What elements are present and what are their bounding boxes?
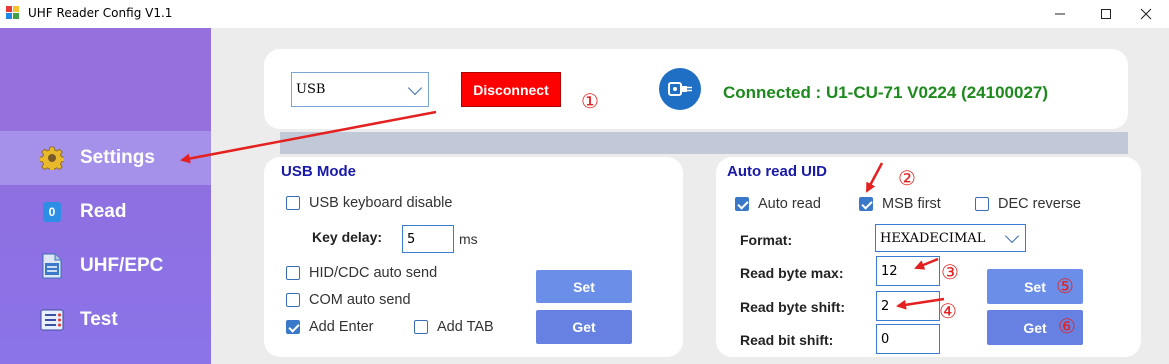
annotation-3: ③ [941, 260, 959, 284]
port-select-value: USB [296, 82, 326, 97]
dec-reverse-checkbox[interactable]: DEC reverse [975, 196, 1081, 212]
checkbox-label: HID/CDC auto send [309, 265, 438, 281]
auto-read-title: Auto read UID [727, 163, 828, 180]
sidebar-item-read[interactable]: 0 Read [0, 185, 211, 239]
checkbox-box [859, 197, 873, 211]
checkbox-box [286, 320, 300, 334]
format-label: Format: [740, 232, 793, 248]
divider-bar [280, 132, 1128, 154]
usb-mode-title: USB Mode [281, 163, 356, 180]
key-delay-unit: ms [459, 231, 478, 247]
close-icon [1140, 8, 1152, 20]
read-byte-max-input[interactable]: 12 [876, 256, 940, 286]
hid-cdc-auto-send-checkbox[interactable]: HID/CDC auto send [286, 265, 437, 281]
badge-zero-icon: 0 [40, 200, 64, 224]
usb-keyboard-disable-checkbox[interactable]: USB keyboard disable [286, 195, 452, 211]
auto-read-checkbox[interactable]: Auto read [735, 196, 821, 212]
read-byte-shift-input[interactable]: 2 [876, 291, 940, 321]
minimize-icon [1055, 13, 1065, 15]
title-bar: UHF Reader Config V1.1 [0, 0, 1169, 28]
read-bit-shift-label: Read bit shift: [740, 332, 834, 348]
add-enter-checkbox[interactable]: Add Enter [286, 319, 374, 335]
checkbox-label: Add Enter [309, 319, 374, 335]
annotation-2: ② [898, 166, 916, 190]
connection-status: Connected : U1-CU-71 V0224 (24100027) [723, 83, 1049, 102]
format-select-value: HEXADECIMAL [880, 230, 986, 246]
checkbox-label: DEC reverse [998, 196, 1081, 212]
app-logo-icon [6, 6, 20, 20]
format-select[interactable]: HEXADECIMAL [875, 224, 1026, 252]
checkbox-label: USB keyboard disable [309, 195, 453, 211]
annotation-5: ⑤ [1056, 274, 1074, 298]
read-byte-max-label: Read byte max: [740, 265, 844, 281]
sidebar-item-settings[interactable]: Settings [0, 131, 211, 185]
msb-first-checkbox[interactable]: MSB first [859, 196, 941, 212]
main-panel: USB Disconnect ① Connected : U1-CU-71 V0… [211, 28, 1169, 364]
sidebar-header [0, 28, 211, 133]
app-window: UHF Reader Config V1.1 Settings 0 Read U… [0, 0, 1169, 364]
sidebar-item-label: UHF/EPC [80, 255, 164, 276]
port-select[interactable]: USB [291, 72, 429, 107]
checkbox-box [414, 320, 428, 334]
usb-plug-icon [659, 68, 701, 110]
minimize-button[interactable] [1037, 0, 1083, 28]
usb-set-button[interactable]: Set [536, 270, 632, 303]
checkbox-label: Add TAB [437, 319, 494, 335]
close-button[interactable] [1123, 0, 1169, 28]
sidebar-item-label: Read [80, 201, 127, 222]
sidebar-item-uhf-epc[interactable]: UHF/EPC [0, 239, 211, 293]
key-delay-input[interactable]: 5 [402, 225, 454, 253]
checkbox-box [286, 266, 300, 280]
checkbox-label: COM auto send [309, 292, 411, 308]
sidebar-item-label: Settings [80, 147, 155, 168]
document-binary-icon [40, 253, 64, 279]
annotation-1: ① [581, 89, 599, 113]
checkbox-label: MSB first [882, 196, 941, 212]
read-bit-shift-input[interactable]: 0 [876, 324, 940, 354]
checkbox-box [286, 293, 300, 307]
com-auto-send-checkbox[interactable]: COM auto send [286, 292, 411, 308]
read-byte-shift-label: Read byte shift: [740, 299, 846, 315]
checkbox-box [975, 197, 989, 211]
checklist-icon [40, 308, 64, 332]
key-delay-label: Key delay: [312, 229, 383, 245]
checkbox-label: Auto read [758, 196, 821, 212]
chevron-down-icon [407, 80, 423, 95]
disconnect-button[interactable]: Disconnect [461, 72, 561, 107]
checkbox-box [735, 197, 749, 211]
sidebar: Settings 0 Read UHF/EPC Test [0, 28, 211, 364]
sidebar-item-test[interactable]: Test [0, 293, 211, 347]
chevron-down-icon [1004, 228, 1020, 244]
sidebar-item-label: Test [80, 309, 118, 330]
annotation-4: ④ [939, 299, 957, 323]
annotation-6: ⑥ [1058, 314, 1076, 338]
checkbox-box [286, 196, 300, 210]
usb-get-button[interactable]: Get [536, 310, 632, 344]
maximize-icon [1101, 9, 1111, 19]
window-title: UHF Reader Config V1.1 [28, 6, 173, 20]
gear-icon [40, 146, 64, 170]
add-tab-checkbox[interactable]: Add TAB [414, 319, 494, 335]
